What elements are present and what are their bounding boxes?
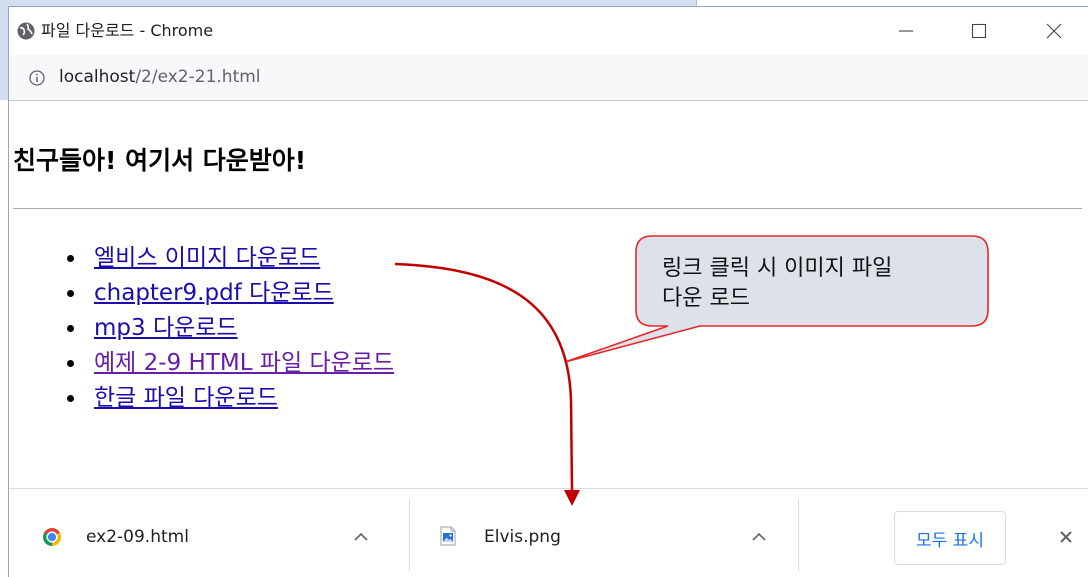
download-item[interactable]: Elvis.png	[410, 489, 798, 577]
window-title: 파일 다운로드 - Chrome	[41, 21, 214, 40]
shelf-divider	[798, 499, 799, 571]
maximize-icon	[971, 23, 987, 39]
title-bar[interactable]: 파일 다운로드 - Chrome	[9, 7, 1088, 55]
close-window-button[interactable]	[1028, 7, 1080, 55]
download-filename: Elvis.png	[484, 527, 561, 547]
globe-icon	[17, 22, 35, 40]
page-content: 친구들아! 여기서 다운받아! 엘비스 이미지 다운로드 chapter9.pd…	[9, 101, 1088, 489]
download-options-button[interactable]	[745, 523, 773, 551]
info-icon[interactable]	[29, 70, 45, 86]
link-example-2-9-html-download[interactable]: 예제 2-9 HTML 파일 다운로드	[94, 350, 394, 376]
chevron-up-icon	[354, 532, 368, 541]
list-bullet	[67, 395, 74, 402]
minimize-icon	[899, 30, 913, 32]
link-mp3-download[interactable]: mp3 다운로드	[94, 315, 238, 341]
url-path: /2/ex2-21.html	[135, 67, 261, 87]
chrome-popup-window: 파일 다운로드 - Chrome localhost/2/ex2-21.html…	[8, 6, 1088, 577]
list-bullet	[67, 360, 74, 367]
maximize-button[interactable]	[956, 7, 1002, 55]
download-options-button[interactable]	[347, 523, 375, 551]
callout-text: 링크 클릭 시 이미지 파일 다운 로드	[662, 254, 892, 314]
list-item: chapter9.pdf 다운로드	[9, 276, 394, 311]
minimize-button[interactable]	[883, 7, 929, 55]
horizontal-rule	[13, 208, 1082, 209]
close-icon	[1060, 531, 1072, 543]
list-item: 예제 2-9 HTML 파일 다운로드	[9, 346, 394, 381]
download-filename: ex2-09.html	[86, 527, 189, 547]
link-elvis-image-download[interactable]: 엘비스 이미지 다운로드	[94, 245, 320, 271]
list-item: mp3 다운로드	[9, 311, 394, 346]
address-bar[interactable]: localhost/2/ex2-21.html	[9, 55, 1088, 101]
image-file-icon	[440, 526, 456, 546]
callout-line: 링크 클릭 시 이미지 파일	[662, 256, 893, 281]
close-icon	[1046, 23, 1062, 39]
url-host: localhost	[59, 67, 136, 87]
download-shelf: ex2-09.html Elvis.png 모두 표시	[9, 488, 1088, 577]
callout-line: 다운 로드	[662, 286, 750, 311]
show-all-button[interactable]: 모두 표시	[894, 511, 1006, 565]
url-text[interactable]: localhost/2/ex2-21.html	[59, 55, 261, 100]
link-chapter9-pdf-download[interactable]: chapter9.pdf 다운로드	[94, 280, 334, 306]
close-shelf-button[interactable]	[1052, 523, 1080, 551]
download-item[interactable]: ex2-09.html	[9, 489, 409, 577]
list-item: 한글 파일 다운로드	[9, 381, 394, 416]
list-item: 엘비스 이미지 다운로드	[9, 241, 394, 276]
list-bullet	[67, 325, 74, 332]
list-bullet	[67, 290, 74, 297]
download-link-list: 엘비스 이미지 다운로드 chapter9.pdf 다운로드 mp3 다운로드 …	[9, 241, 394, 416]
chevron-up-icon	[752, 532, 766, 541]
chrome-icon	[43, 528, 61, 546]
link-hangul-file-download[interactable]: 한글 파일 다운로드	[94, 385, 278, 411]
page-heading: 친구들아! 여기서 다운받아!	[13, 146, 307, 175]
list-bullet	[67, 255, 74, 262]
